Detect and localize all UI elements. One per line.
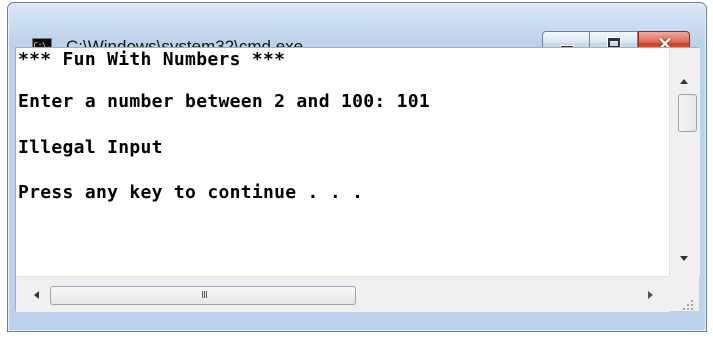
scroll-right-icon[interactable] (648, 291, 653, 299)
console-line: *** Fun With Numbers *** (18, 49, 286, 70)
grip-dot (683, 308, 685, 310)
console-area[interactable]: *** Fun With Numbers *** Enter a number … (15, 47, 700, 312)
vertical-scroll-thumb[interactable] (678, 94, 697, 132)
horizontal-scrollbar[interactable]: III (16, 276, 669, 312)
scroll-down-icon[interactable] (680, 256, 688, 261)
grip-dot (687, 308, 689, 310)
console-line: Enter a number between 2 and 100: 101 (18, 91, 431, 112)
cmd-window: C:\. C:\Windows\system32\cmd.exe × *** F… (7, 2, 707, 332)
resize-grip-icon[interactable] (669, 276, 699, 311)
scroll-left-icon[interactable] (34, 291, 39, 299)
console-line: Illegal Input (18, 137, 163, 158)
title-bar[interactable]: C:\. C:\Windows\system32\cmd.exe × (8, 3, 706, 56)
scroll-up-icon[interactable] (680, 79, 688, 84)
horizontal-scroll-thumb[interactable]: III (50, 286, 356, 305)
grip-dot (691, 304, 693, 306)
console-output[interactable]: *** Fun With Numbers *** Enter a number … (18, 48, 666, 276)
thumb-grip-label: III (201, 290, 208, 301)
grip-dot (691, 300, 693, 302)
console-line: Press any key to continue . . . (18, 182, 364, 203)
vertical-scrollbar[interactable] (669, 48, 700, 276)
grip-dot (687, 304, 689, 306)
grip-dot (691, 308, 693, 310)
